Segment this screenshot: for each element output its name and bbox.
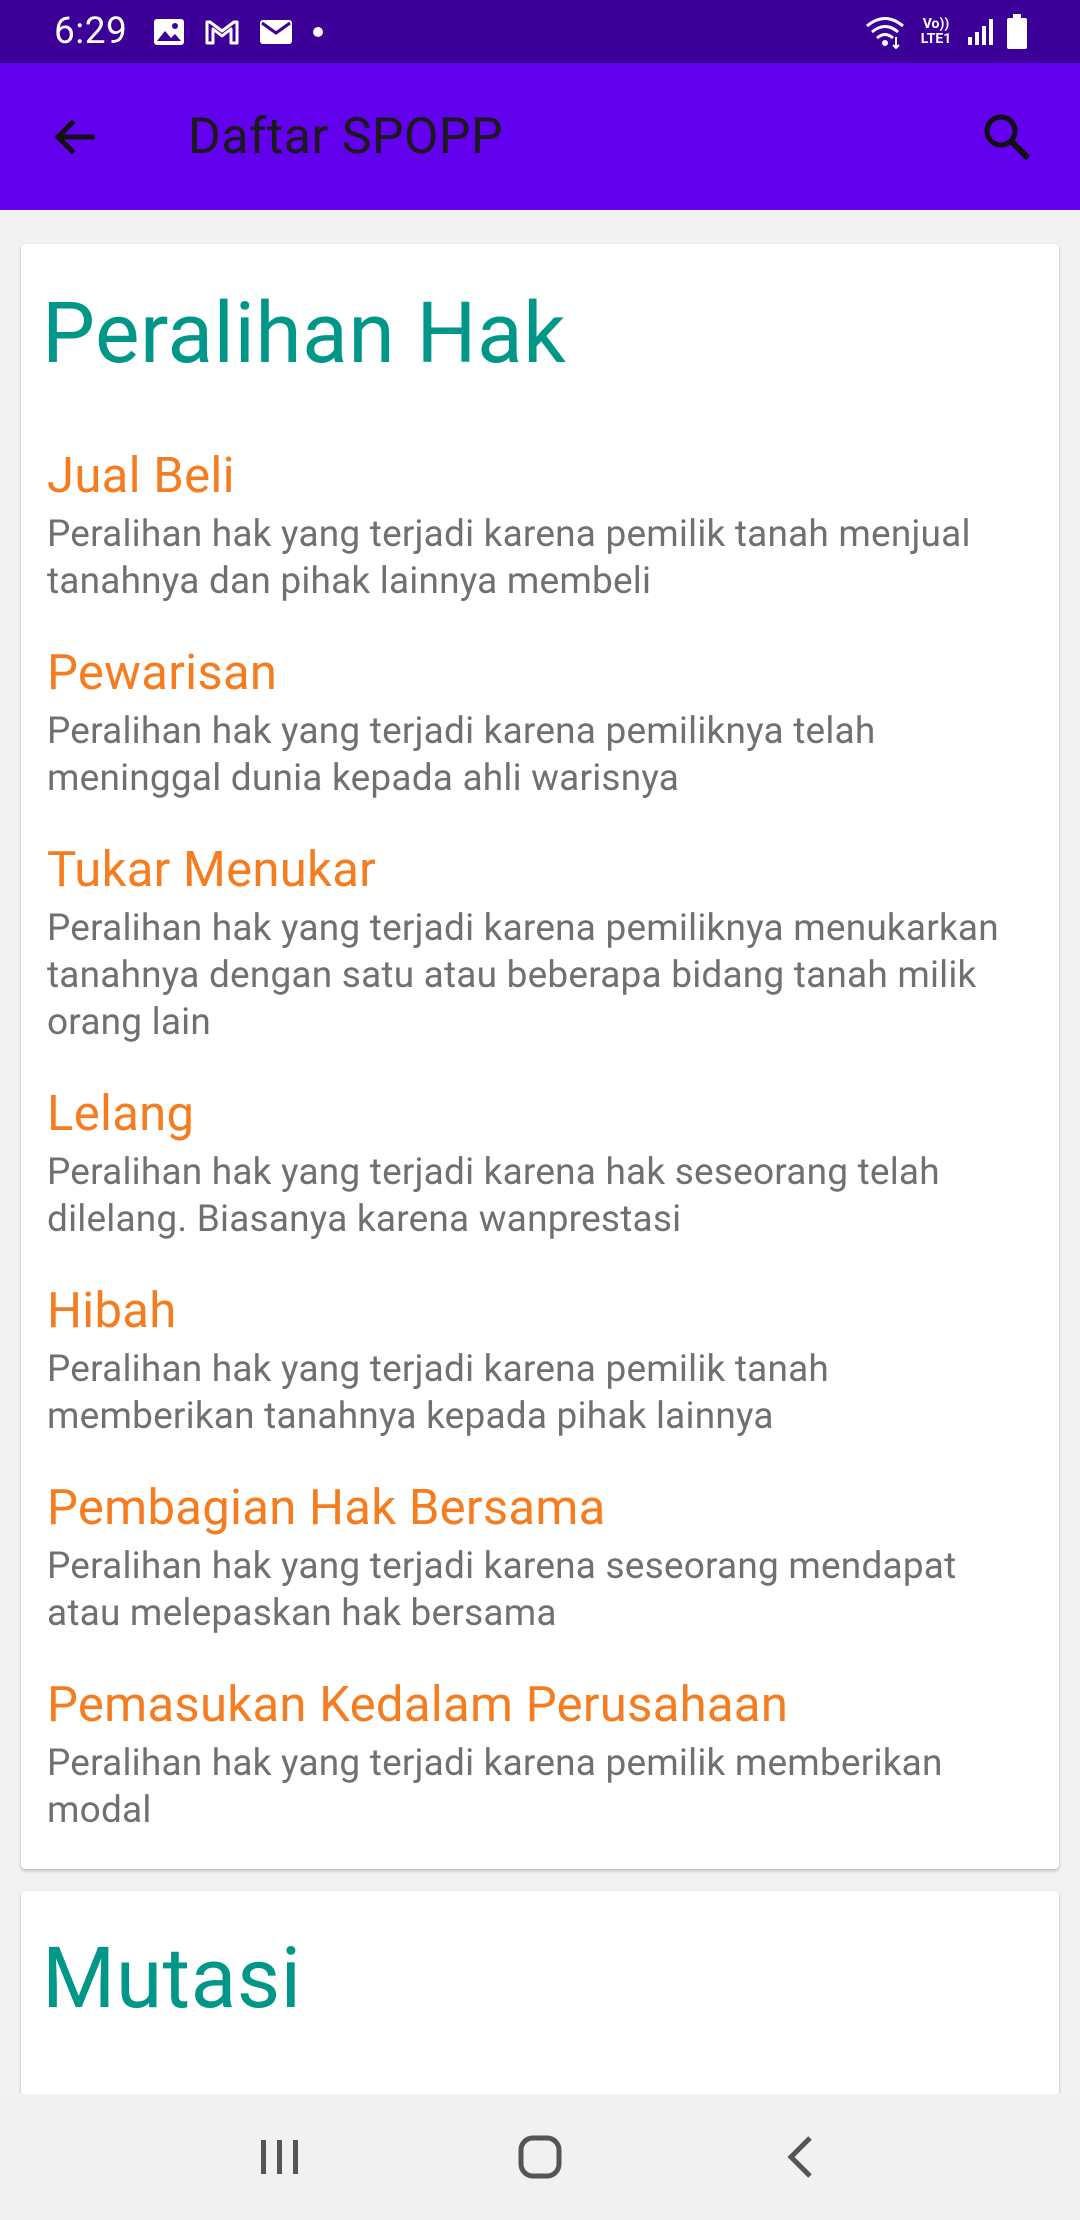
wifi-icon (864, 15, 906, 49)
item-title: Lelang (47, 1085, 195, 1142)
item-title: Tukar Menukar (47, 841, 377, 898)
arrow-back-icon (54, 118, 95, 155)
search-icon (984, 114, 1031, 160)
search-button[interactable] (962, 92, 1052, 182)
lte-indicator: Vo)) LTE1 (920, 15, 952, 47)
battery-icon (1006, 13, 1028, 50)
list-item-lelang[interactable]: Lelang Peralihan hak yang terjadi karena… (47, 1085, 1029, 1243)
item-title: Pembagian Hak Bersama (47, 1479, 606, 1536)
item-title: Pewarisan (47, 644, 278, 701)
app-bar: Daftar SPOPP (0, 63, 1080, 210)
content-scroll-area[interactable]: Peralihan Hak Jual Beli Peralihan hak ya… (0, 210, 1080, 2094)
list-item-pemasukan-kedalam-perusahaan[interactable]: Pemasukan Kedalam Perusahaan Peralihan h… (47, 1676, 1029, 1834)
item-title: Jual Beli (47, 447, 235, 504)
home-button[interactable] (480, 2107, 600, 2207)
item-description: Peralihan hak yang terjadi karena pemili… (47, 513, 971, 603)
page-title: Daftar SPOPP (188, 107, 504, 166)
item-description: Peralihan hak yang terjadi karena pemili… (47, 710, 876, 800)
item-description: Peralihan hak yang terjadi karena seseor… (47, 1545, 957, 1635)
status-time: 6:29 (54, 10, 128, 53)
back-icon (787, 2136, 812, 2178)
item-description: Peralihan hak yang terjadi karena hak se… (47, 1151, 940, 1241)
recent-apps-icon (261, 2140, 298, 2174)
mail-icon (259, 19, 293, 45)
list-item-tukar-menukar[interactable]: Tukar Menukar Peralihan hak yang terjadi… (47, 841, 1029, 1046)
back-button[interactable] (24, 87, 124, 187)
signal-icon (966, 17, 996, 47)
item-description: Peralihan hak yang terjadi karena pemili… (47, 1348, 830, 1438)
notification-icons (153, 18, 324, 46)
gmail-icon (205, 19, 239, 45)
system-navigation-bar (0, 2094, 1080, 2220)
system-icons: Vo)) LTE1 (864, 13, 1028, 50)
item-description: Peralihan hak yang terjadi karena pemili… (47, 1742, 943, 1832)
item-description: Peralihan hak yang terjadi karena pemili… (47, 907, 999, 1044)
item-title: Pemasukan Kedalam Perusahaan (47, 1676, 789, 1733)
list-item-pembagian-hak-bersama[interactable]: Pembagian Hak Bersama Peralihan hak yang… (47, 1479, 1029, 1637)
section-title: Peralihan Hak (42, 284, 567, 383)
list-item-hibah[interactable]: Hibah Peralihan hak yang terjadi karena … (47, 1282, 1029, 1440)
image-icon (153, 18, 185, 46)
list-item-jual-beli[interactable]: Jual Beli Peralihan hak yang terjadi kar… (47, 447, 1029, 605)
section-card-mutasi: Mutasi (21, 1891, 1059, 2094)
status-bar: 6:29 Vo)) LTE1 (0, 0, 1080, 63)
item-title: Hibah (47, 1282, 177, 1339)
home-icon (518, 2135, 562, 2179)
list-item-pewarisan[interactable]: Pewarisan Peralihan hak yang terjadi kar… (47, 644, 1029, 802)
nav-back-button[interactable] (740, 2107, 860, 2207)
recent-apps-button[interactable] (220, 2107, 340, 2207)
section-card-peralihan-hak: Peralihan Hak Jual Beli Peralihan hak ya… (21, 244, 1059, 1869)
section-title: Mutasi (42, 1929, 302, 2028)
dot-icon (313, 26, 324, 37)
